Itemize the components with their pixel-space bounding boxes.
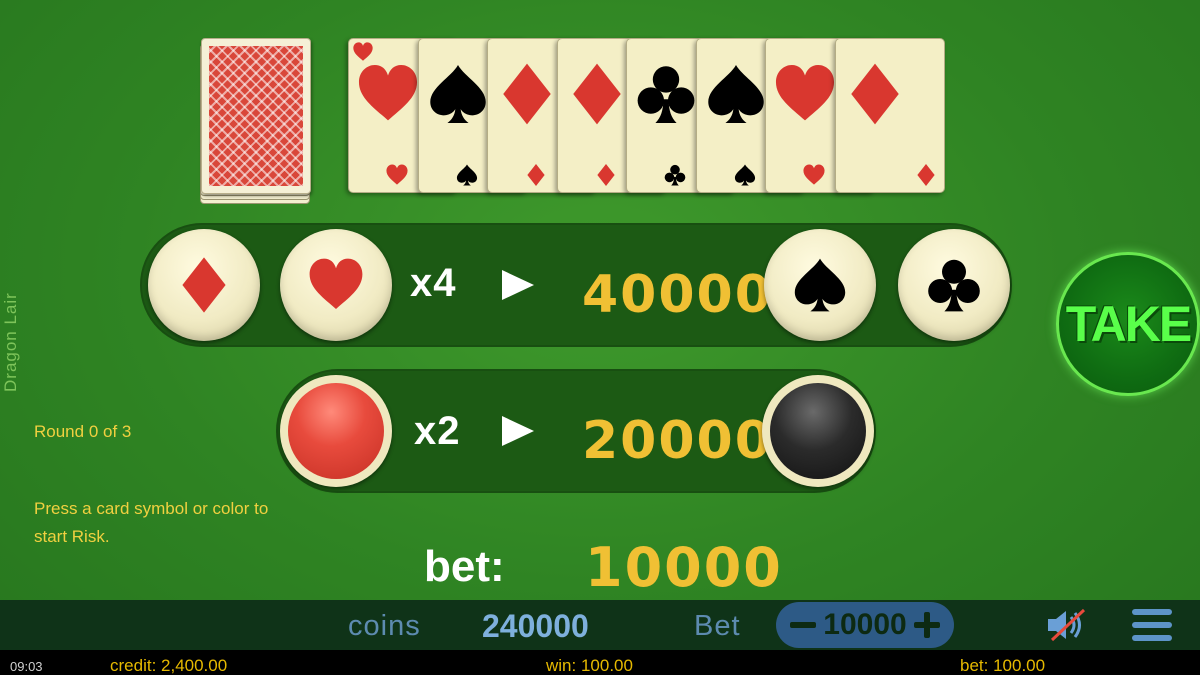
heart-icon bbox=[775, 64, 835, 121]
diamond-icon bbox=[527, 163, 545, 187]
history-card bbox=[835, 38, 945, 193]
bet-stepper: 10000 bbox=[776, 602, 954, 648]
card-deck bbox=[200, 38, 312, 208]
bet-label: bet: bbox=[424, 542, 505, 591]
card-back-pattern bbox=[209, 46, 303, 186]
diamond-icon bbox=[503, 63, 551, 125]
spade-icon bbox=[708, 64, 764, 124]
heart-icon bbox=[309, 258, 363, 309]
black-button[interactable] bbox=[762, 375, 874, 487]
increase-bet-button[interactable] bbox=[910, 608, 944, 642]
diamond-icon bbox=[182, 257, 226, 313]
instruction-text: Press a card symbol or color to start Ri… bbox=[34, 499, 269, 546]
menu-bar bbox=[1132, 635, 1172, 641]
win-display: win: 100.00 bbox=[546, 656, 633, 675]
color-multiplier: x2 bbox=[414, 409, 461, 453]
spade-icon bbox=[794, 258, 846, 312]
suit-bet-panel: x4 40000 bbox=[140, 223, 1012, 347]
red-button[interactable] bbox=[280, 375, 392, 487]
spades-button[interactable] bbox=[764, 229, 876, 341]
clubs-button[interactable] bbox=[898, 229, 1010, 341]
diamond-icon bbox=[597, 163, 615, 187]
menu-button[interactable] bbox=[1130, 606, 1174, 644]
coins-label: coins bbox=[348, 610, 421, 642]
heart-icon bbox=[358, 64, 418, 121]
bet-value: 10000 bbox=[585, 536, 783, 599]
color-prize: 20000 bbox=[582, 411, 773, 471]
hearts-button[interactable] bbox=[280, 229, 392, 341]
heart-icon bbox=[803, 164, 825, 185]
round-counter: Round 0 of 3 bbox=[34, 422, 132, 441]
red-ball-icon bbox=[288, 383, 384, 479]
bet-control-label: Bet bbox=[694, 610, 741, 642]
suit-prize: 40000 bbox=[582, 265, 773, 325]
diamond-icon bbox=[851, 63, 899, 125]
spade-icon bbox=[430, 64, 486, 124]
club-icon bbox=[928, 259, 980, 312]
credit-display: credit: 2,400.00 bbox=[110, 656, 228, 675]
speaker-muted-icon bbox=[1048, 608, 1086, 642]
color-bet-panel: x2 20000 bbox=[276, 369, 876, 493]
diamond-icon bbox=[573, 63, 621, 125]
card-back bbox=[201, 38, 311, 194]
menu-bar bbox=[1132, 622, 1172, 628]
decrease-bet-button[interactable] bbox=[786, 608, 820, 642]
spade-icon bbox=[734, 164, 756, 186]
suit-multiplier: x4 bbox=[410, 261, 457, 305]
game-title: Dragon Lair bbox=[1, 292, 20, 392]
bottom-bar: coins 240000 Bet 10000 bbox=[0, 600, 1200, 650]
card-history bbox=[348, 38, 945, 193]
arrow-right-icon bbox=[502, 270, 534, 300]
spade-icon bbox=[456, 164, 478, 186]
heart-icon bbox=[353, 42, 373, 61]
bet-display: bet: 100.00 bbox=[960, 656, 1046, 675]
diamond-icon bbox=[917, 163, 935, 187]
coins-value: 240000 bbox=[482, 608, 589, 644]
arrow-right-icon bbox=[502, 416, 534, 446]
sound-toggle-button[interactable] bbox=[1044, 606, 1092, 644]
status-line: 09:03 credit: 2,400.00 win: 100.00 bet: … bbox=[0, 650, 1200, 675]
diamonds-button[interactable] bbox=[148, 229, 260, 341]
club-icon bbox=[664, 164, 686, 186]
menu-bar bbox=[1132, 609, 1172, 615]
bet-stepper-value: 10000 bbox=[823, 608, 907, 641]
club-icon bbox=[637, 66, 695, 124]
take-button[interactable]: TAKE bbox=[1056, 252, 1200, 396]
heart-icon bbox=[386, 164, 408, 185]
black-ball-icon bbox=[770, 383, 866, 479]
take-label: TAKE bbox=[1065, 296, 1192, 352]
clock: 09:03 bbox=[10, 659, 43, 674]
